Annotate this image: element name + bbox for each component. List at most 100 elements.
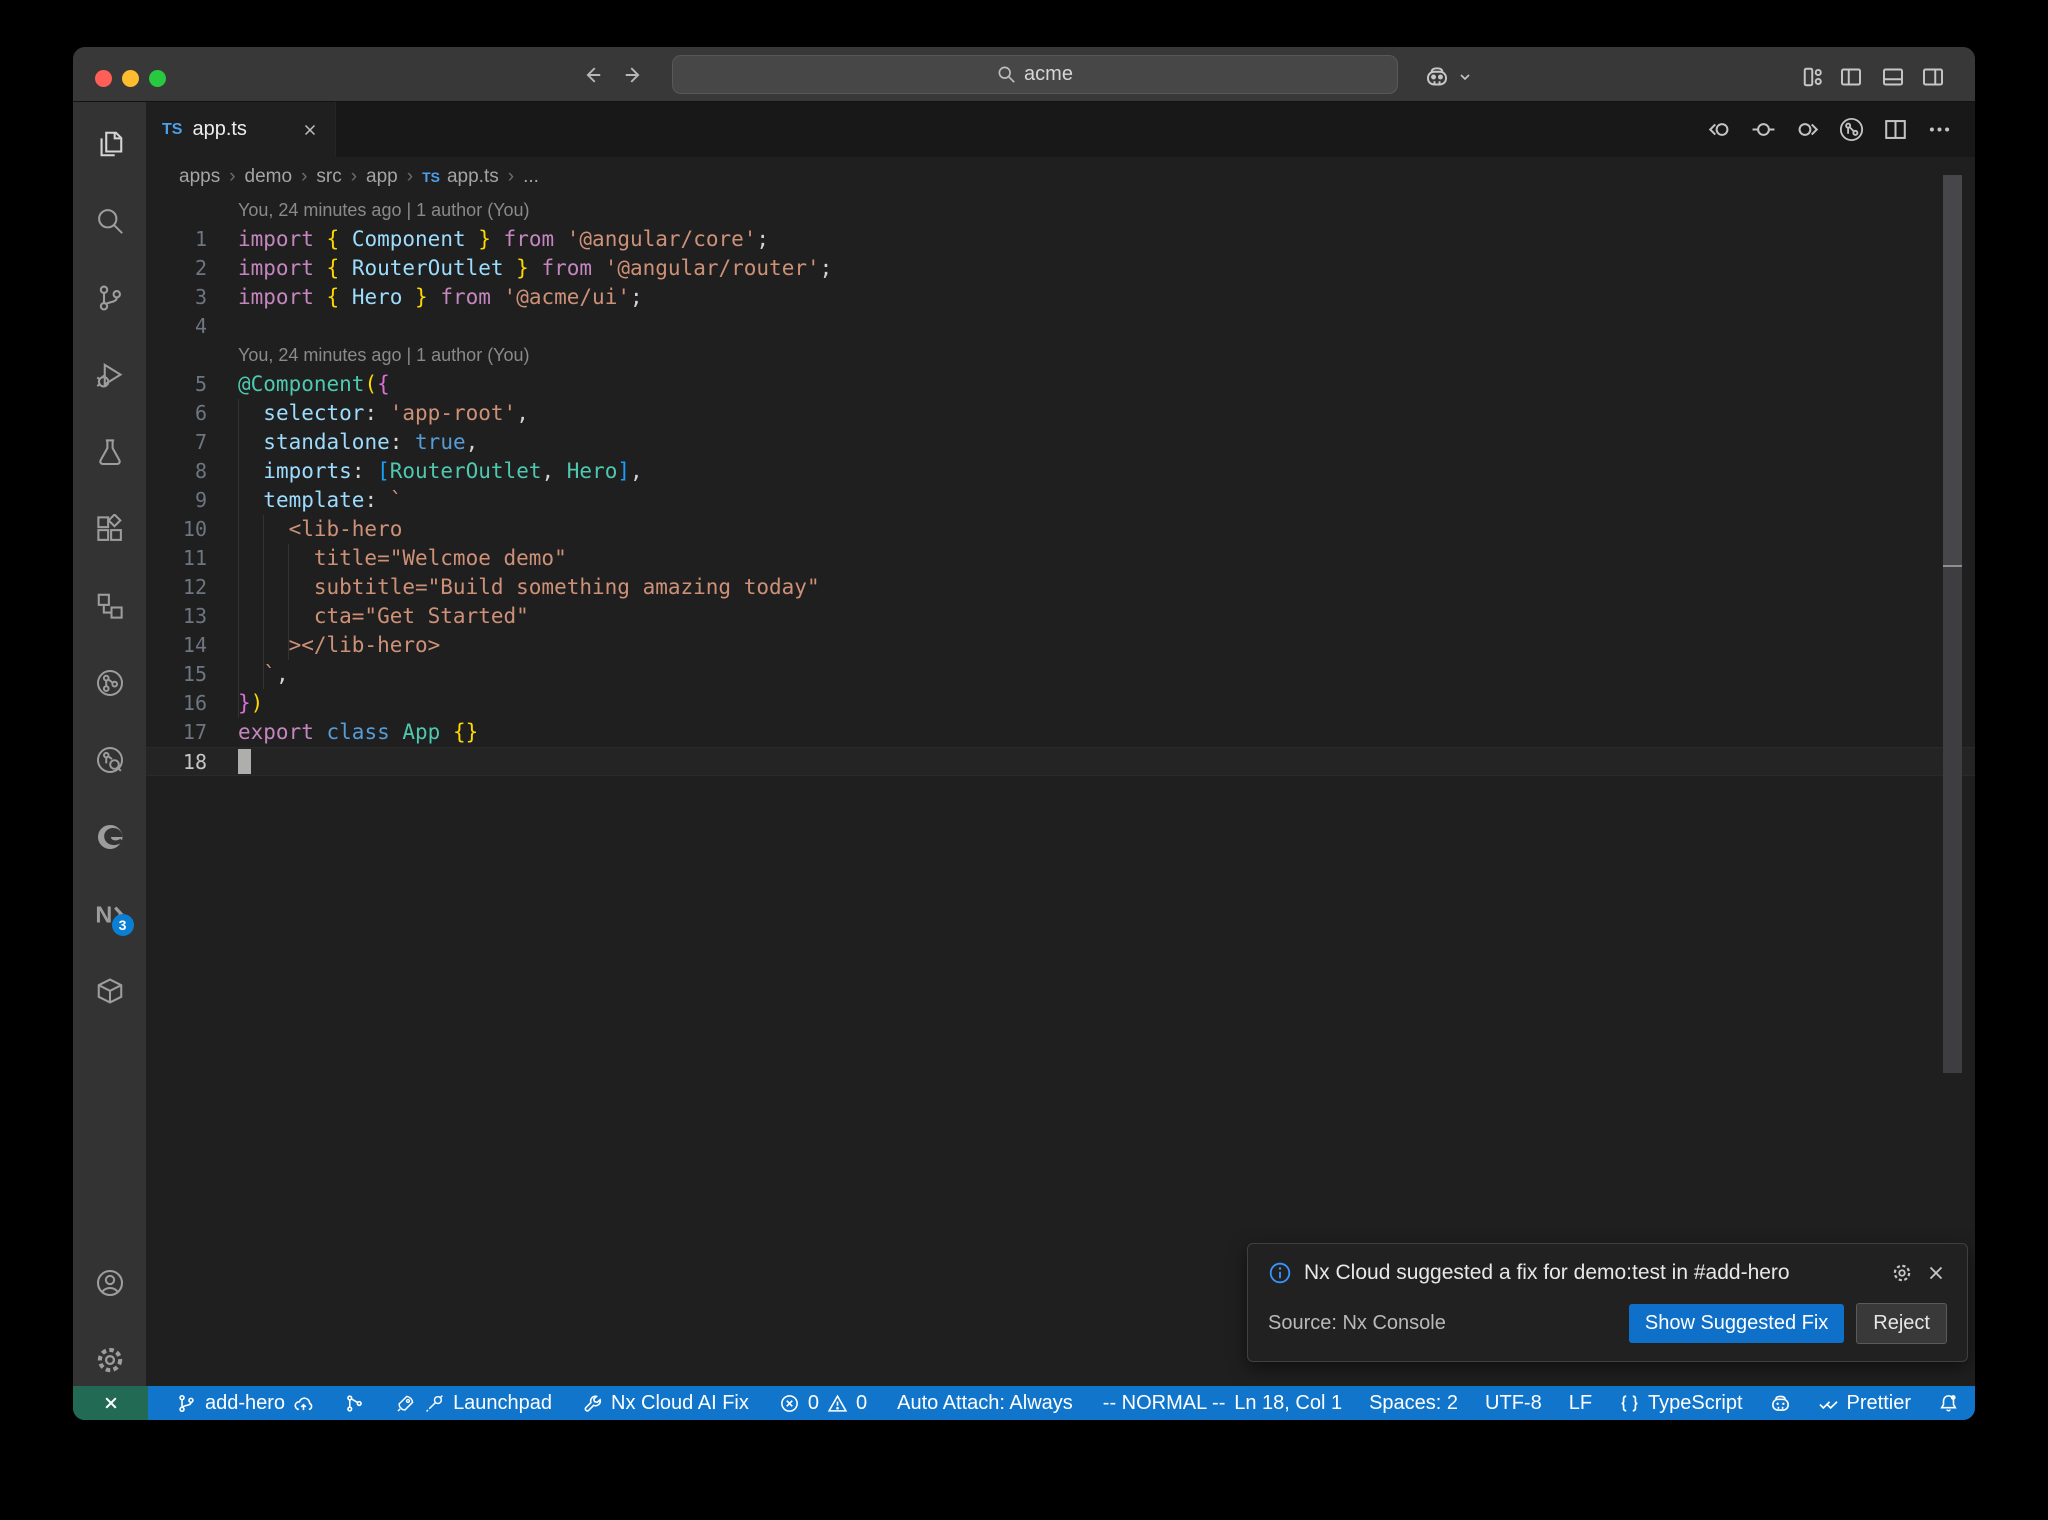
activity-item-extensions-icon[interactable]: [95, 514, 125, 544]
forward-arrow-icon[interactable]: [623, 64, 645, 86]
reject-button[interactable]: Reject: [1856, 1303, 1947, 1344]
timeline-graph-icon[interactable]: [1838, 116, 1865, 143]
show-suggested-fix-button[interactable]: Show Suggested Fix: [1628, 1304, 1845, 1343]
git-branch-item[interactable]: add-hero: [176, 1392, 314, 1415]
copilot-item[interactable]: [1770, 1393, 1791, 1414]
activity-item-nx-console-icon[interactable]: N3: [95, 899, 134, 936]
git-graph-item[interactable]: [344, 1393, 365, 1414]
code-line[interactable]: 12 subtitle="Build something amazing tod…: [146, 573, 1975, 602]
status-label: TypeScript: [1648, 1391, 1743, 1414]
indentation-item[interactable]: Spaces: 2: [1369, 1392, 1458, 1415]
activity-item-custom-view-icon[interactable]: [95, 591, 125, 621]
problems-item[interactable]: 00: [779, 1392, 867, 1415]
activity-item-edge-browser-icon[interactable]: [95, 822, 125, 852]
toggle-panel-icon[interactable]: [1881, 65, 1905, 94]
activity-item-run-debug-icon[interactable]: [95, 360, 125, 390]
activity-item-search-icon[interactable]: [95, 206, 125, 236]
code-text: [207, 748, 251, 775]
statusbar-left: add-hero Launchpad Nx Cloud AI Fix 0 0 Auto A…: [148, 1386, 1234, 1420]
remote-indicator[interactable]: [73, 1386, 148, 1420]
auto-attach-item[interactable]: Auto Attach: Always: [897, 1392, 1073, 1415]
maximize-window-button[interactable]: [149, 70, 166, 87]
code-line[interactable]: 16}): [146, 689, 1975, 718]
graph-icon: [344, 1393, 365, 1414]
plug-icon: [424, 1393, 445, 1414]
prettier-item[interactable]: Prettier: [1818, 1392, 1911, 1415]
cursor-position-item[interactable]: Ln 18, Col 1: [1234, 1392, 1342, 1415]
titlebar: acme: [73, 47, 1975, 102]
activity-item-testing-icon[interactable]: [95, 437, 125, 467]
code-text: import { Hero } from '@acme/ui';: [238, 285, 643, 309]
copilot-icon[interactable]: [1425, 65, 1449, 94]
bell-item[interactable]: [1938, 1393, 1959, 1414]
toggle-primary-sidebar-icon[interactable]: [1839, 65, 1863, 94]
code-text: imports: [RouterOutlet, Hero],: [263, 459, 643, 483]
code-line[interactable]: 2 import { RouterOutlet } from '@angular/…: [146, 254, 1975, 283]
chevron-down-icon[interactable]: [1457, 69, 1473, 90]
code-editor[interactable]: You, 24 minutes ago | 1 author (You) 1 imp…: [146, 196, 1975, 1386]
remote-icon: [104, 1397, 117, 1409]
breadcrumb-item[interactable]: demo: [245, 166, 293, 188]
minimize-window-button[interactable]: [122, 70, 139, 87]
notification-toast: Nx Cloud suggested a fix for demo:test i…: [1247, 1243, 1968, 1362]
encoding-item[interactable]: UTF-8: [1485, 1392, 1542, 1415]
code-line[interactable]: 3 import { Hero } from '@acme/ui';: [146, 283, 1975, 312]
search-icon: [998, 66, 1015, 83]
code-line[interactable]: 11 title="Welcmoe demo": [146, 544, 1975, 573]
breadcrumb-item[interactable]: app: [366, 166, 398, 188]
breadcrumb-overflow[interactable]: ...: [523, 166, 539, 188]
command-center-search[interactable]: acme: [672, 55, 1398, 94]
back-arrow-icon[interactable]: [581, 64, 603, 86]
activity-item-accounts-icon[interactable]: [95, 1268, 125, 1298]
vim-mode-item[interactable]: -- NORMAL --: [1103, 1392, 1226, 1415]
code-line[interactable]: 7 standalone: true,: [146, 428, 1975, 457]
code-line[interactable]: 9 template: `: [146, 486, 1975, 515]
split-editor-icon[interactable]: [1882, 116, 1909, 143]
toggle-secondary-sidebar-icon[interactable]: [1921, 65, 1945, 94]
current-change-icon[interactable]: [1750, 116, 1777, 143]
previous-change-icon[interactable]: [1706, 116, 1733, 143]
status-label: Auto Attach: Always: [897, 1391, 1073, 1414]
search-value: acme: [1024, 63, 1073, 85]
code-line[interactable]: 18: [146, 747, 1975, 776]
language-item[interactable]: TypeScript: [1619, 1391, 1743, 1415]
more-actions-icon[interactable]: [1926, 116, 1953, 143]
activity-item-settings-icon[interactable]: [95, 1345, 125, 1375]
eol-item[interactable]: LF: [1569, 1392, 1592, 1415]
editor-scrollbar[interactable]: [1943, 175, 1962, 1073]
code-line[interactable]: 15 `,: [146, 660, 1975, 689]
activity-item-source-control-icon[interactable]: [95, 283, 125, 313]
code-line[interactable]: 17 export class App {}: [146, 718, 1975, 747]
typescript-file-icon: TS: [162, 120, 183, 138]
activity-item-gitlens-graph-icon[interactable]: [95, 745, 125, 775]
scrollbar-thumb[interactable]: [1943, 175, 1962, 565]
notification-settings-gear-icon[interactable]: [1891, 1262, 1913, 1284]
next-change-icon[interactable]: [1794, 116, 1821, 143]
code-line[interactable]: 14 ></lib-hero>: [146, 631, 1975, 660]
notification-close-icon[interactable]: [1925, 1262, 1947, 1284]
nx-cloud-ai-fix-item[interactable]: Nx Cloud AI Fix: [582, 1392, 749, 1415]
close-window-button[interactable]: [95, 70, 112, 87]
status-label: -- NORMAL --: [1102, 1391, 1226, 1414]
code-line[interactable]: 10 <lib-hero: [146, 515, 1975, 544]
code-line[interactable]: 6 selector: 'app-root',: [146, 399, 1975, 428]
customize-layout-icon[interactable]: [1801, 65, 1825, 94]
status-label: Nx Cloud AI Fix: [611, 1391, 749, 1414]
code-line[interactable]: 13 cta="Get Started": [146, 602, 1975, 631]
tab-app-ts[interactable]: TS app.ts: [146, 102, 336, 157]
code-line[interactable]: 8 imports: [RouterOutlet, Hero],: [146, 457, 1975, 486]
breadcrumb-file[interactable]: TS app.ts: [422, 166, 499, 188]
blame-text: You, 24 minutes ago | 1 author (You): [238, 345, 530, 365]
blame-annotation: You, 24 minutes ago | 1 author (You): [146, 341, 1975, 370]
launchpad-item[interactable]: Launchpad: [395, 1392, 552, 1415]
activity-item-explorer-icon[interactable]: [95, 129, 125, 159]
activity-item-git-graph-icon[interactable]: [95, 668, 125, 698]
activity-item-containers-icon[interactable]: [95, 976, 125, 1006]
breadcrumb-item[interactable]: src: [316, 166, 341, 188]
breadcrumb-item[interactable]: apps: [179, 166, 220, 188]
code-line[interactable]: 5 @Component({: [146, 370, 1975, 399]
close-tab-icon[interactable]: [301, 121, 319, 139]
code-line[interactable]: 1 import { Component } from '@angular/cor…: [146, 225, 1975, 254]
code-line[interactable]: 4: [146, 312, 1975, 341]
